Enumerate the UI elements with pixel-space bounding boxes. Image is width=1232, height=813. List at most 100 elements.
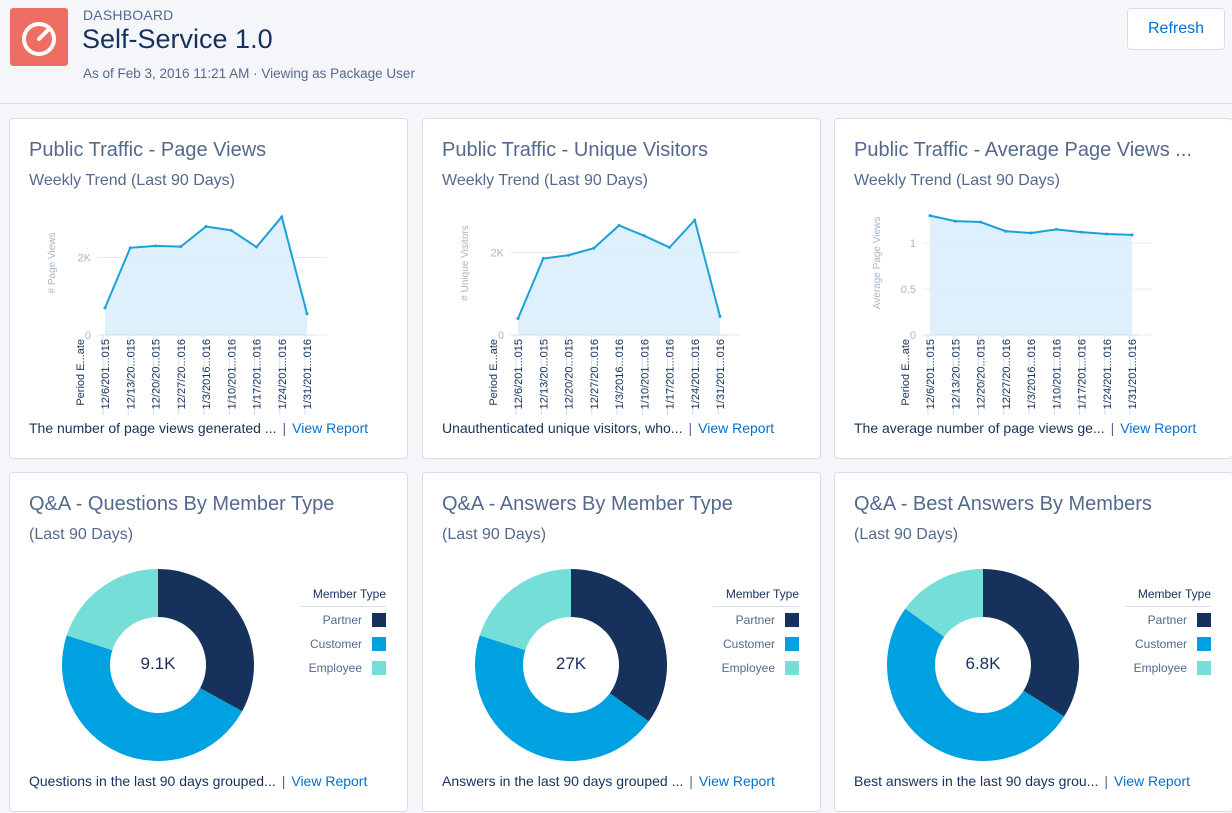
data-point <box>280 215 284 219</box>
x-tick-label: 1/31/201...016 <box>1127 339 1139 409</box>
data-point <box>229 228 233 232</box>
data-point <box>305 312 309 316</box>
data-point <box>718 314 722 318</box>
x-tick-label: 1/3/2016...016 <box>201 339 213 409</box>
legend-label: Partner <box>322 613 362 627</box>
card-footer: Questions in the last 90 days grouped...… <box>29 773 367 789</box>
questions-by-member-card: Q&A - Questions By Member Type (Last 90 … <box>9 472 408 812</box>
legend-label: Customer <box>1134 637 1187 651</box>
legend: Member Type Partner Customer Employee <box>1125 587 1211 679</box>
legend-label: Employee <box>721 661 775 675</box>
x-tick-label: 1/24/201...016 <box>277 339 289 409</box>
data-point <box>668 245 671 249</box>
y-tick-label: 0.5 <box>901 284 916 296</box>
footer-separator: | <box>689 773 693 789</box>
x-axis-label: Period E...ate <box>900 339 912 406</box>
data-point <box>103 306 107 310</box>
card-footer: Unauthenticated unique visitors, who... |… <box>442 420 774 436</box>
donut-slice-partner <box>571 569 667 722</box>
legend-label: Customer <box>309 637 362 651</box>
view-report-link[interactable]: View Report <box>292 420 368 436</box>
data-point <box>1054 227 1058 231</box>
card-description: The average number of page views ge... <box>854 420 1105 436</box>
data-point <box>128 246 132 250</box>
data-point <box>979 220 982 224</box>
x-tick-label: 1/10/201...016 <box>226 339 238 409</box>
card-description: Answers in the last 90 days grouped ... <box>442 773 684 789</box>
legend-label: Employee <box>1133 661 1187 675</box>
answers-by-member-card: Q&A - Answers By Member Type (Last 90 Da… <box>422 472 821 812</box>
x-tick-label: 1/31/201...016 <box>715 339 727 409</box>
x-tick-label: 12/27/20...016 <box>589 339 601 409</box>
legend-item: Employee <box>713 655 799 679</box>
x-tick-label: 1/3/2016...016 <box>1026 339 1038 409</box>
x-tick-label: 12/13/20...015 <box>950 339 962 409</box>
x-axis-label: Period E...ate <box>75 339 87 406</box>
view-report-link[interactable]: View Report <box>291 773 367 789</box>
view-report-link[interactable]: View Report <box>1120 420 1196 436</box>
x-tick-label: 12/13/20...015 <box>125 339 137 409</box>
y-tick-label: 1 <box>910 238 916 250</box>
x-tick-label: 12/27/20...016 <box>1001 339 1013 409</box>
y-tick-label: 2K <box>491 247 505 259</box>
data-point <box>693 218 697 222</box>
footer-separator: | <box>1110 420 1115 436</box>
x-tick-label: 1/24/201...016 <box>1102 339 1114 409</box>
data-point <box>1004 229 1008 233</box>
data-point <box>1105 232 1109 236</box>
data-point <box>1029 231 1033 235</box>
page-views-card: Public Traffic - Page Views Weekly Trend… <box>9 118 408 459</box>
card-footer: Answers in the last 90 days grouped ... |… <box>442 773 775 789</box>
x-tick-label: 12/20/20...015 <box>151 339 163 409</box>
page-views-chart: 02K# Page Views12/6/201...015 12/13/20...… <box>47 214 327 415</box>
best-answers-by-member-card: Q&A - Best Answers By Members (Last 90 D… <box>834 472 1232 812</box>
legend-swatch <box>372 637 386 651</box>
legend-item: Partner <box>1125 607 1211 631</box>
card-footer: The average number of page views ge... | V… <box>854 420 1196 436</box>
legend-swatch <box>1197 637 1211 651</box>
legend-title: Member Type <box>713 587 799 607</box>
page-title: Self-Service 1.0 <box>82 24 273 54</box>
legend-item: Customer <box>1125 631 1211 655</box>
legend-swatch <box>1197 661 1211 675</box>
legend-label: Partner <box>735 613 775 627</box>
view-report-link[interactable]: View Report <box>699 773 775 789</box>
x-tick-label: 1/31/201...016 <box>302 339 314 409</box>
legend: Member Type Partner Customer Employee <box>300 587 386 679</box>
legend-item: Employee <box>1125 655 1211 679</box>
card-description: Best answers in the last 90 days grou... <box>854 773 1099 789</box>
donut-slice-employee <box>479 569 571 651</box>
card-description: The number of page views generated ... <box>29 420 277 436</box>
view-report-link[interactable]: View Report <box>1114 773 1190 789</box>
x-tick-label: 12/6/201...015 <box>100 339 112 409</box>
x-tick-label: 1/3/2016...016 <box>614 339 626 409</box>
legend-label: Partner <box>1147 613 1187 627</box>
footer-separator: | <box>281 773 286 789</box>
x-tick-label: 12/20/20...015 <box>976 339 988 409</box>
legend-swatch <box>785 661 799 675</box>
unique-visitors-chart: 02K# Unique Visitors12/6/201...015 12/13/… <box>460 218 740 415</box>
legend: Member Type Partner Customer Employee <box>713 587 799 679</box>
dashboard-gauge-icon <box>10 8 68 66</box>
legend-swatch <box>785 637 799 651</box>
data-point <box>1080 230 1083 234</box>
x-tick-label: 12/20/20...015 <box>564 339 576 409</box>
x-tick-label: 1/10/201...016 <box>1051 339 1063 409</box>
donut-total: 27K <box>555 654 587 673</box>
legend-item: Partner <box>300 607 386 631</box>
legend-swatch <box>372 613 386 627</box>
data-point <box>592 246 596 250</box>
card-footer: The number of page views generated ... | V… <box>29 420 368 436</box>
donut-slice-partner <box>983 569 1079 717</box>
view-report-link[interactable]: View Report <box>698 420 774 436</box>
refresh-button[interactable]: Refresh <box>1127 8 1225 50</box>
x-tick-label: 12/13/20...015 <box>538 339 550 409</box>
data-point <box>204 225 208 228</box>
legend-swatch <box>1197 613 1211 627</box>
legend-swatch <box>372 661 386 675</box>
data-point <box>642 234 646 238</box>
x-tick-label: 1/17/201...016 <box>1077 339 1089 409</box>
data-point <box>516 316 520 320</box>
donut-slice-employee <box>66 569 158 651</box>
legend-item: Customer <box>300 631 386 655</box>
